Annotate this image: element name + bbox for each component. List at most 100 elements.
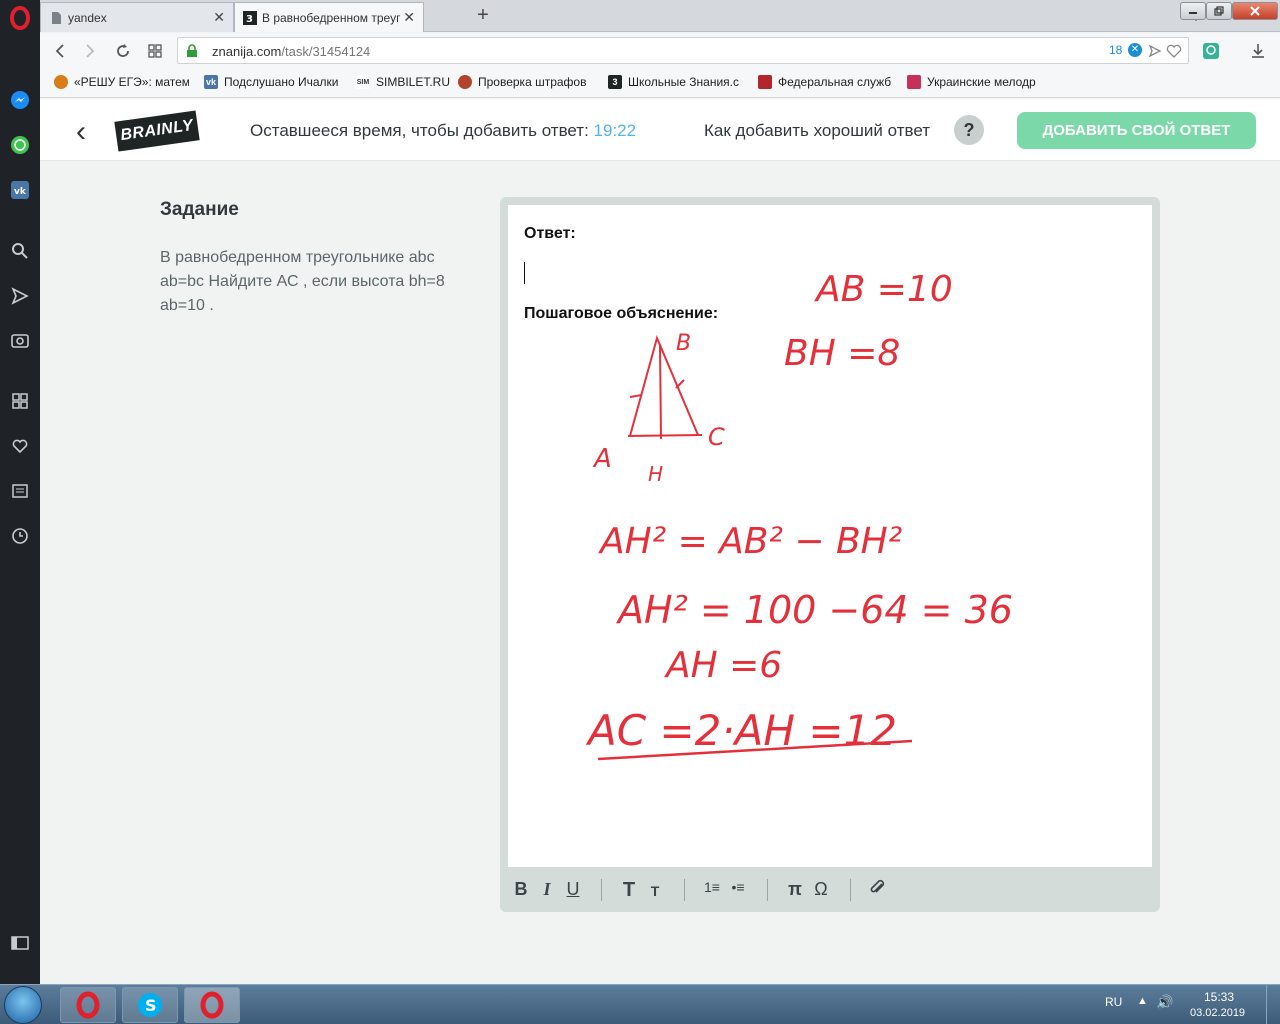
camera-icon[interactable] [0, 325, 40, 355]
volume-icon[interactable]: 🔊 [1156, 994, 1173, 1011]
url-field[interactable]: znanija.com/task/31454124 18 ✕ [177, 37, 1189, 64]
windows-taskbar: S RU ▲ 🔊 15:33 03.02.2019 [0, 984, 1280, 1024]
ordered-list-button[interactable]: 1≡ [701, 879, 723, 895]
svg-text:3: 3 [246, 14, 253, 25]
sidebar-toggle-icon[interactable] [0, 928, 40, 958]
bookmark-label: Проверка штрафов [478, 75, 587, 89]
bookmark-shtrafy[interactable]: Проверка штрафов [458, 75, 590, 89]
back-chevron-icon[interactable]: ‹ [76, 115, 86, 149]
equation-1: AH² = AB² − BH² [598, 521, 902, 562]
restore-button[interactable] [1206, 2, 1232, 20]
bookmark-federal[interactable]: Федеральная служб [758, 75, 893, 89]
toolbar-divider [767, 879, 768, 901]
bookmark-ua-melodramy[interactable]: Украинские мелодр [907, 75, 1047, 89]
history-icon[interactable] [0, 521, 40, 551]
znanija-icon: 3 [608, 75, 622, 89]
speed-dial-icon[interactable] [0, 386, 40, 416]
news-icon[interactable] [0, 476, 40, 506]
svg-text:S: S [145, 996, 157, 1015]
vertex-h-label: H [648, 462, 663, 486]
taskbar-opera-app[interactable] [60, 987, 116, 1023]
equation-2: AH² = 100 −64 = 36 [615, 588, 1013, 632]
reload-button[interactable] [112, 40, 134, 62]
add-answer-button[interactable]: ДОБАВИТЬ СВОЙ ОТВЕТ [1017, 112, 1256, 149]
answer-textarea[interactable]: Ответ: Пошаговое объяснение: B A C H AB … [508, 205, 1152, 867]
attach-icon[interactable] [867, 879, 889, 902]
new-tab-button[interactable]: + [473, 4, 493, 27]
url-domain: znanija.com [212, 44, 282, 59]
equation-4: AC =2·AH =12 [585, 706, 897, 755]
answer-editor: Ответ: Пошаговое объяснение: B A C H AB … [500, 197, 1160, 912]
back-button[interactable] [49, 40, 71, 62]
brainly-logo[interactable]: BRAINLY [114, 110, 200, 152]
bookmark-label: SIMBILET.RU [376, 75, 451, 89]
vk-icon: vk [204, 75, 218, 89]
clock-date[interactable]: 03.02.2019 [1190, 1007, 1245, 1019]
help-icon[interactable]: ? [954, 115, 984, 145]
close-icon[interactable]: ✕ [403, 9, 415, 26]
vk-icon[interactable]: vk [0, 175, 40, 205]
minimize-button[interactable] [1180, 2, 1206, 20]
url-text: znanija.com/task/31454124 [212, 44, 370, 59]
show-desktop-button[interactable] [1266, 985, 1280, 1024]
equation-3: AH =6 [664, 645, 782, 686]
tab-title: yandex [68, 10, 107, 25]
pi-symbol-button[interactable]: π [784, 879, 806, 900]
bookmark-label: Подслушано Ичалки [224, 75, 339, 89]
toolbar-divider [684, 879, 685, 901]
underline-button[interactable]: U [562, 879, 584, 900]
close-icon[interactable]: ✕ [213, 9, 225, 26]
ad-blocker-badge[interactable]: ✕ [1128, 43, 1142, 57]
minimize-icon [1189, 12, 1197, 14]
toolbar-divider [601, 879, 602, 901]
search-icon[interactable] [0, 236, 40, 266]
bold-button[interactable]: B [510, 879, 532, 900]
bookmark-label: Школьные Знания.с [628, 75, 740, 89]
download-icon[interactable] [1247, 40, 1269, 62]
how-to-answer-link[interactable]: Как добавить хороший ответ [704, 121, 930, 141]
arrow-right-icon [86, 44, 95, 58]
brainly-header: ‹ BRAINLY Оставшееся время, чтобы добави… [40, 99, 1280, 161]
bullet-list-button[interactable]: •≡ [727, 879, 749, 895]
tray-expand-icon[interactable]: ▲ [1137, 995, 1148, 1007]
taskbar-skype-app[interactable]: S [122, 987, 178, 1023]
whatsapp-icon[interactable] [0, 130, 40, 160]
omega-symbol-button[interactable]: Ω [810, 879, 832, 900]
editor-toolbar: B I U T T 1≡ •≡ π Ω [508, 873, 1152, 907]
bookmark-znanija[interactable]: 3 Школьные Знания.с [608, 75, 743, 89]
ua-icon [907, 75, 921, 89]
taskbar-opera-app-active[interactable] [184, 987, 240, 1023]
opera-menu-icon[interactable] [0, 3, 40, 33]
heading-large-button[interactable]: T [618, 879, 640, 902]
heart-icon[interactable] [0, 431, 40, 461]
tab-yandex[interactable]: yandex ✕ [40, 2, 234, 32]
bookmark-simbilet[interactable]: SIM SIMBILET.RU [356, 75, 461, 89]
heart-icon[interactable] [1166, 44, 1182, 58]
bookmark-label: Украинские мелодр [927, 75, 1036, 89]
sun-icon [54, 75, 68, 89]
timer: Оставшееся время, чтобы добавить ответ: … [250, 121, 636, 141]
windows-start-button[interactable] [4, 986, 42, 1024]
heading-small-button[interactable]: T [644, 883, 666, 899]
handwritten-solution-image: B A C H AB =10 BH =8 AH² = AB² − BH² AH²… [585, 269, 1013, 761]
vpn-icon[interactable] [1200, 40, 1222, 62]
bookmarks-bar: «РЕШУ ЕГЭ»: матема vk Подслушано Ичалки … [40, 68, 1280, 98]
znanija-icon: 3 [243, 10, 257, 25]
given-bh: BH =8 [784, 333, 900, 374]
send-icon[interactable] [1148, 44, 1162, 58]
grid-icon [148, 44, 162, 58]
arrow-left-icon [55, 44, 64, 58]
window-close-button[interactable] [1232, 2, 1278, 20]
forward-button[interactable] [79, 40, 101, 62]
speed-dial-button[interactable] [144, 40, 166, 62]
clock-time[interactable]: 15:33 [1204, 990, 1234, 1004]
send-icon[interactable] [0, 281, 40, 311]
language-indicator[interactable]: RU [1105, 995, 1122, 1009]
tab-znanija[interactable]: 3 В равнобедренном треуг ✕ [234, 2, 424, 32]
messenger-icon[interactable] [0, 85, 40, 115]
close-icon [1250, 6, 1260, 16]
bookmark-reshu-ege[interactable]: «РЕШУ ЕГЭ»: матема [54, 75, 189, 89]
tab-title: В равнобедренном треуг [262, 10, 401, 25]
italic-button[interactable]: I [536, 879, 558, 900]
bookmark-podslushano[interactable]: vk Подслушано Ичалки [204, 75, 354, 89]
